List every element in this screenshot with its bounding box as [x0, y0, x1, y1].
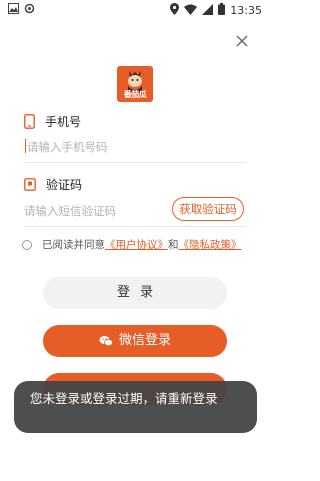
login-button[interactable]: 登录 [43, 277, 227, 309]
code-input-underline [24, 226, 246, 227]
agreement-prefix: 已阅读并同意 [42, 239, 105, 251]
phone-icon [24, 114, 35, 129]
agreement-checkbox[interactable] [22, 239, 32, 250]
close-icon [236, 35, 248, 47]
sms-code-icon [24, 178, 36, 191]
code-input[interactable]: 请输入短信验证码 [24, 203, 116, 219]
phone-field-label: 手机号 [45, 115, 82, 129]
wechat-login-label: 微信登录 [118, 333, 171, 348]
wifi-icon [184, 4, 198, 18]
agreement-and: 和 [168, 239, 179, 251]
get-code-button[interactable]: 获取验证码 [172, 197, 244, 221]
phone-input[interactable]: 请输入手机号码 [27, 139, 108, 155]
privacy-policy-link[interactable]: 《隐私政策》 [179, 237, 242, 252]
battery-icon [218, 3, 226, 18]
settings-icon [24, 3, 35, 17]
login-screen: 13:35 番茄瓜 手机号 请输入手机号码 验证码 请输入短信验证码 获取验证码… [0, 0, 270, 481]
agreement-row: 已阅读并同意 《用户协议》 和 《隐私政策》 [22, 237, 242, 252]
wechat-login-button[interactable]: 微信登录 [43, 325, 227, 357]
image-icon [8, 3, 19, 17]
signal-icon [202, 3, 214, 18]
text-cursor [25, 139, 26, 153]
toast-message: 您未登录或登录过期，请重新登录 [14, 381, 257, 433]
status-left [8, 3, 35, 17]
status-bar: 13:35 [0, 0, 270, 20]
location-icon [170, 3, 180, 18]
user-agreement-link[interactable]: 《用户协议》 [105, 237, 168, 252]
phone-input-underline [24, 162, 246, 163]
logo-text: 番茄瓜 [123, 90, 147, 99]
status-time: 13:35 [230, 4, 262, 17]
code-field-header: 验证码 [24, 176, 82, 193]
code-field-label: 验证码 [46, 178, 83, 192]
phone-field-header: 手机号 [24, 113, 81, 130]
close-button[interactable] [234, 33, 250, 49]
wechat-icon [99, 336, 113, 347]
app-logo: 番茄瓜 [117, 66, 153, 102]
status-right: 13:35 [170, 3, 262, 18]
